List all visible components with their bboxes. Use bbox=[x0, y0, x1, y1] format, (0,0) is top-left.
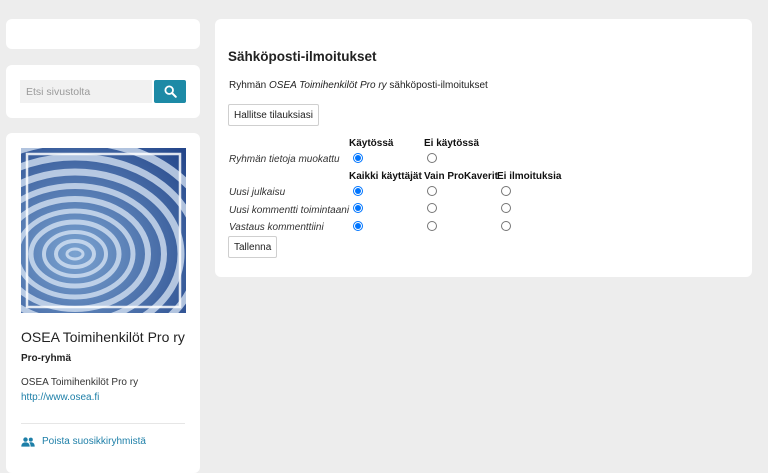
column-header-disabled: Ei käytössä bbox=[424, 138, 480, 149]
remove-favorite-link[interactable]: Poista suosikkiryhmistä bbox=[21, 436, 146, 447]
radio-new-post-pro-friends[interactable] bbox=[427, 186, 437, 196]
notifications-description: Ryhmän OSEA Toimihenkilöt Pro ry sähköpo… bbox=[229, 80, 488, 91]
description-prefix: Ryhmän bbox=[229, 80, 270, 91]
radio-new-comment-none[interactable] bbox=[501, 203, 511, 213]
row-label-reply: Vastaus kommenttiini bbox=[229, 222, 324, 233]
column-header-pro-friends: Vain ProKaverit bbox=[424, 171, 498, 182]
description-suffix: sähköposti-ilmoitukset bbox=[386, 80, 488, 91]
column-header-enabled: Käytössä bbox=[349, 138, 394, 149]
group-title: OSEA Toimihenkilöt Pro ry bbox=[21, 329, 185, 345]
radio-new-post-none[interactable] bbox=[501, 186, 511, 196]
top-card bbox=[6, 19, 200, 49]
search-button[interactable] bbox=[154, 80, 186, 103]
column-header-no-notifications: Ei ilmoituksia bbox=[497, 171, 562, 182]
radio-reply-all-users[interactable] bbox=[353, 221, 363, 231]
radio-reply-none[interactable] bbox=[501, 221, 511, 231]
group-image bbox=[21, 148, 186, 313]
radio-new-post-all-users[interactable] bbox=[353, 186, 363, 196]
radio-new-comment-all-users[interactable] bbox=[353, 203, 363, 213]
page-title: Sähköposti-ilmoitukset bbox=[228, 49, 377, 64]
column-header-all-users: Kaikki käyttäjät bbox=[349, 171, 422, 182]
group-card: OSEA Toimihenkilöt Pro ry Pro-ryhmä OSEA… bbox=[6, 133, 200, 473]
remove-favorite-label: Poista suosikkiryhmistä bbox=[42, 436, 146, 447]
radio-group-edited-disabled[interactable] bbox=[427, 153, 437, 163]
people-icon bbox=[21, 436, 35, 447]
search-icon bbox=[163, 85, 177, 98]
group-type: Pro-ryhmä bbox=[21, 353, 72, 364]
radio-new-comment-pro-friends[interactable] bbox=[427, 203, 437, 213]
divider bbox=[21, 423, 185, 424]
group-website-link[interactable]: http://www.osea.fi bbox=[21, 392, 99, 403]
search-card bbox=[6, 65, 200, 118]
notifications-card: Sähköposti-ilmoitukset Ryhmän OSEA Toimi… bbox=[215, 19, 752, 277]
row-label-group-edited: Ryhmän tietoja muokattu bbox=[229, 154, 340, 165]
manage-subscriptions-button[interactable]: Hallitse tilauksiasi bbox=[228, 104, 319, 126]
radio-reply-pro-friends[interactable] bbox=[427, 221, 437, 231]
search-input[interactable] bbox=[20, 80, 152, 103]
description-group-name: OSEA Toimihenkilöt Pro ry bbox=[269, 80, 387, 91]
group-description: OSEA Toimihenkilöt Pro ry bbox=[21, 377, 139, 388]
row-label-new-post: Uusi julkaisu bbox=[229, 187, 286, 198]
radio-group-edited-enabled[interactable] bbox=[353, 153, 363, 163]
row-label-new-comment: Uusi kommentti toimintaani bbox=[229, 205, 350, 216]
save-button[interactable]: Tallenna bbox=[228, 236, 278, 258]
